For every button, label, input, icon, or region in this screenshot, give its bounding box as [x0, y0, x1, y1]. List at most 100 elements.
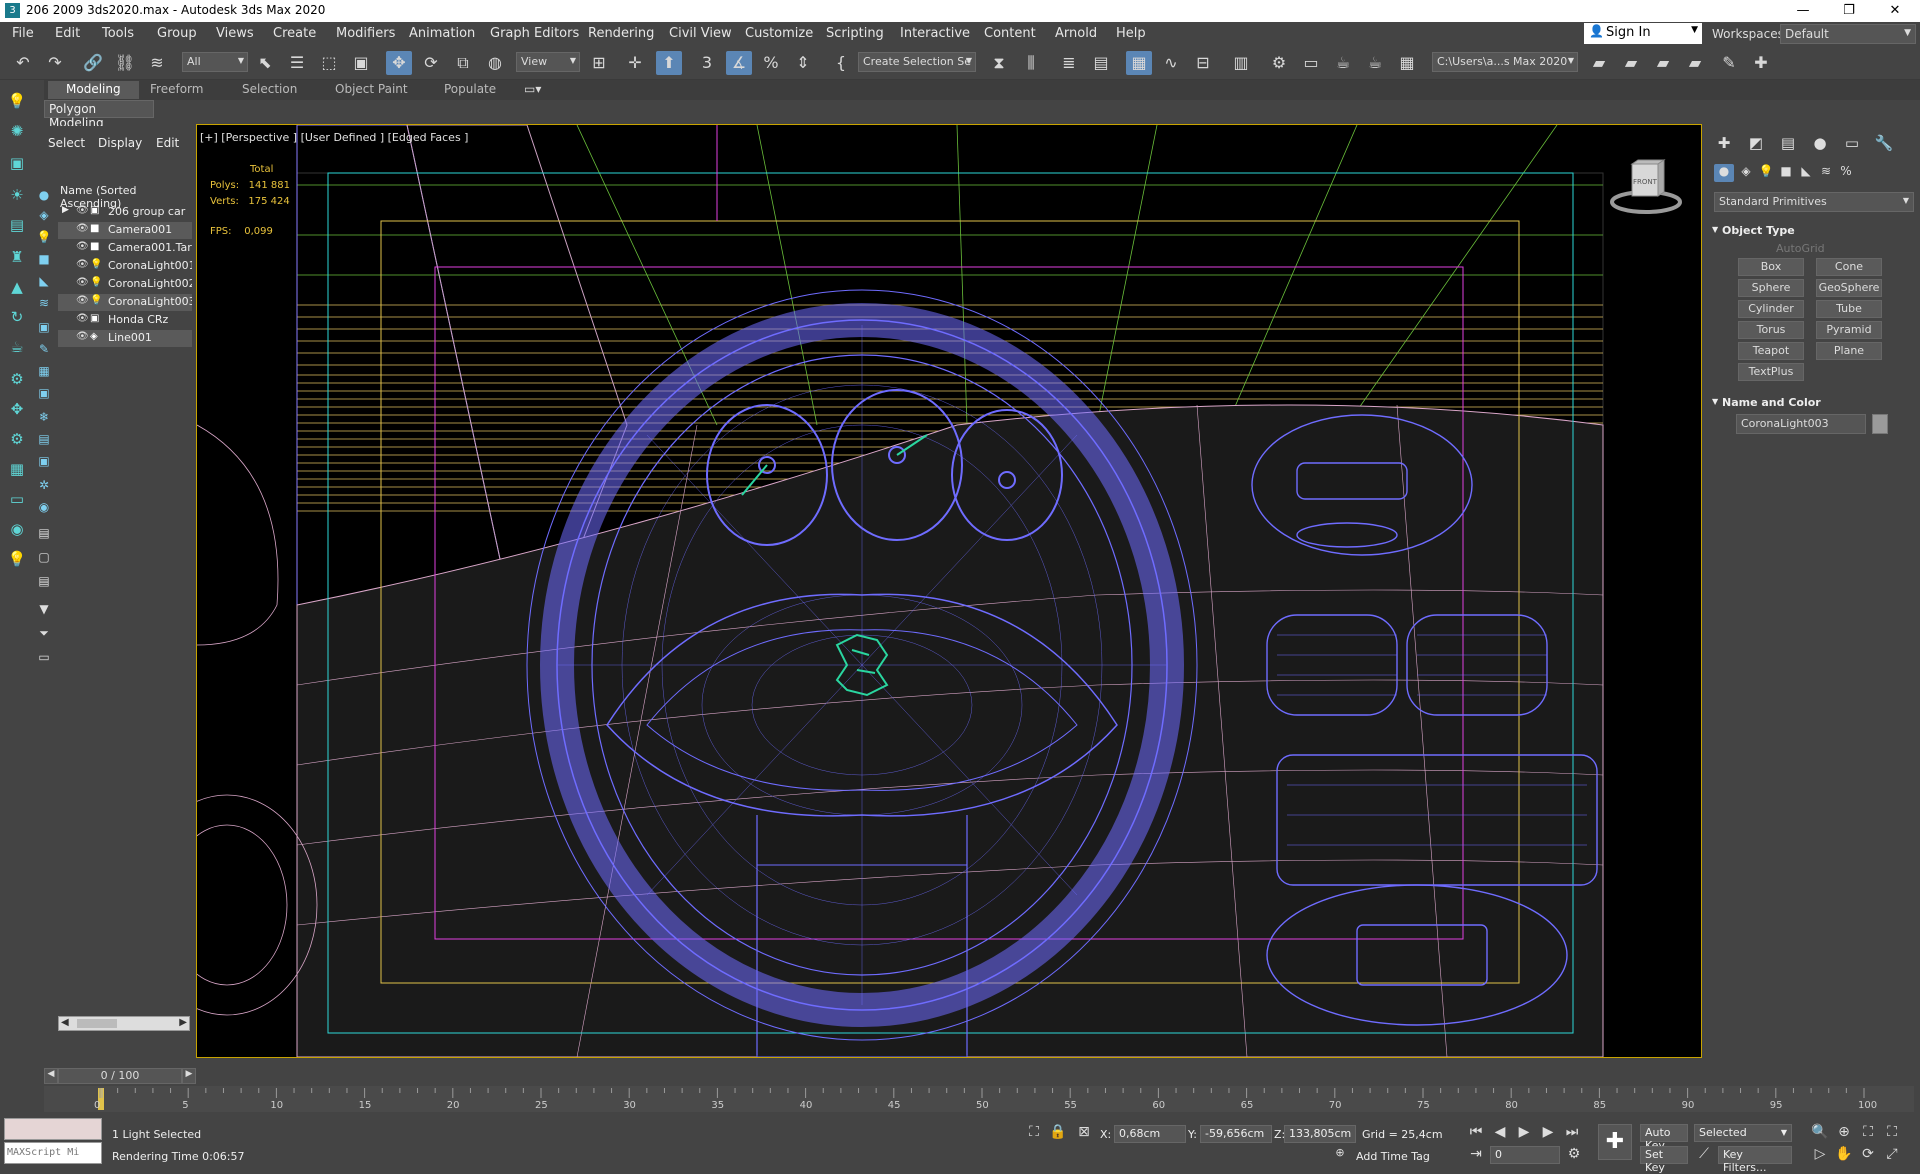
schematic-view-icon[interactable]: ⊟ [1190, 51, 1216, 75]
scene-explorer-tab-display[interactable]: Display [98, 136, 142, 150]
create-tab-icon[interactable]: ✚ [1712, 134, 1736, 154]
render-setup-icon[interactable]: ⚙ [1266, 51, 1292, 75]
scroll-left-icon[interactable]: ◀ [61, 1017, 69, 1028]
auto-key-button[interactable]: Auto Key [1640, 1124, 1688, 1152]
add-time-tag-button[interactable]: Add Time Tag [1356, 1150, 1430, 1163]
menu-edit[interactable]: Edit [55, 26, 80, 41]
list-item[interactable]: 👁 ▣ Honda CRz [58, 312, 192, 329]
utilities-tab-icon[interactable]: 🔧 [1872, 134, 1896, 154]
rect-selection-icon[interactable]: ⬚ [316, 51, 342, 75]
list-item[interactable]: ▶ 👁 ▣ 206 group car [58, 204, 192, 221]
absolute-mode-icon[interactable]: ⊠ [1074, 1124, 1094, 1144]
list-item[interactable]: 👁 💡 CoronaLight002 [58, 276, 192, 293]
eye-icon[interactable]: 👁 [76, 241, 89, 252]
sign-in-button[interactable]: 👤 Sign In ▼ [1584, 23, 1702, 44]
menu-customize[interactable]: Customize [745, 26, 813, 41]
zoom-extents-all-icon[interactable]: ⛶ [1882, 1124, 1902, 1144]
z-coordinate-field[interactable]: 133,805cm [1284, 1125, 1356, 1143]
filter-cameras-icon[interactable]: ■ [34, 252, 54, 268]
menu-interactive[interactable]: Interactive [900, 26, 970, 41]
rotate-icon[interactable]: ⟳ [418, 51, 444, 75]
filter-toggle-icon[interactable]: ⏷ [34, 626, 54, 642]
render-in-cloud-icon[interactable]: ▦ [1394, 51, 1420, 75]
key-mode-select[interactable]: Selected ▼ [1694, 1124, 1792, 1142]
time-tag-icon[interactable]: ⊕ [1330, 1146, 1350, 1166]
set-key-plus-icon[interactable]: ✚ [1598, 1124, 1632, 1160]
percent-snap-icon[interactable]: % [758, 51, 784, 75]
filter-geometry-icon[interactable]: ● [34, 188, 54, 204]
ref-coord-select[interactable]: View ▼ [516, 52, 580, 72]
eye-icon[interactable]: ◉ [6, 520, 28, 540]
unlink-icon[interactable]: ⛓ [112, 51, 138, 75]
lock-icon[interactable]: 🔒 [1048, 1124, 1068, 1144]
shapes-icon[interactable]: ◈ [1736, 164, 1756, 182]
filter-containers-icon[interactable]: ▣ [34, 386, 54, 402]
x-coordinate-field[interactable]: 0,68cm [1114, 1125, 1186, 1143]
layer-icon[interactable]: ▭ [34, 650, 54, 666]
list-item[interactable]: 👁 ◈ Line001 [58, 330, 192, 347]
menu-civil-view[interactable]: Civil View [669, 26, 732, 41]
menu-group[interactable]: Group [157, 26, 197, 41]
filter-invert-icon[interactable]: ◉ [34, 500, 54, 516]
previous-frame-icon[interactable]: ◀ [1490, 1124, 1510, 1144]
ribbon-options-icon[interactable]: ▭▾ [524, 82, 541, 96]
render-production-icon[interactable]: ☕ [1330, 51, 1356, 75]
geometry-icon[interactable]: ● [1714, 164, 1734, 182]
selection-filter-select[interactable]: All ▼ [182, 52, 248, 72]
menu-rendering[interactable]: Rendering [588, 26, 654, 41]
workspace-select[interactable]: Default ▼ [1780, 24, 1916, 44]
rotate-view-icon[interactable]: ↻ [6, 308, 28, 328]
display-icon[interactable]: ▭ [6, 490, 28, 510]
name-and-color-rollout[interactable]: ▼ Name and Color [1712, 396, 1912, 414]
default-tangents-icon[interactable]: ⟋ [1694, 1146, 1714, 1166]
select-object-icon[interactable]: ⬉ [252, 51, 278, 75]
teapot-icon[interactable]: ☕ [6, 338, 28, 358]
field-of-view-icon[interactable]: ▷ [1810, 1146, 1830, 1166]
autogrid-checkbox[interactable]: AutoGrid [1776, 242, 1825, 255]
object-type-rollout[interactable]: ▼ Object Type [1712, 224, 1912, 242]
helpers-icon[interactable]: ◣ [1796, 164, 1816, 182]
menu-modifiers[interactable]: Modifiers [336, 26, 395, 41]
teapot-button[interactable]: Teapot [1738, 342, 1804, 360]
material-list-icon[interactable]: ▤ [6, 216, 28, 236]
select-by-name-icon[interactable]: ☰ [284, 51, 310, 75]
filter-lights-icon[interactable]: 💡 [34, 230, 54, 246]
pan-icon[interactable]: ✋ [1834, 1146, 1854, 1166]
filter-groups-icon[interactable]: ▣ [34, 320, 54, 336]
filter-bones-icon[interactable]: ▦ [34, 364, 54, 380]
list-item[interactable]: 👁 💡 CoronaLight003 [58, 294, 192, 311]
tab-modeling[interactable]: Modeling [48, 81, 139, 99]
render-iterative-icon[interactable]: ☕ [1362, 51, 1388, 75]
zoom-icon[interactable]: 🔍 [1810, 1124, 1830, 1144]
character-icon[interactable]: ♜ [6, 248, 28, 268]
y-coordinate-field[interactable]: -59,656cm [1200, 1125, 1272, 1143]
eye-icon[interactable]: 👁 [76, 259, 89, 270]
keyboard-shortcut-toggle-icon[interactable]: ⬆ [656, 51, 682, 75]
display-children-icon[interactable]: ▤ [34, 526, 54, 542]
torus-button[interactable]: Torus [1738, 321, 1804, 339]
filter-spacewarps-icon[interactable]: ≋ [34, 296, 54, 312]
menu-tools[interactable]: Tools [102, 26, 134, 41]
textplus-button[interactable]: TextPlus [1738, 363, 1804, 381]
link-icon[interactable]: 🔗 [80, 51, 106, 75]
filter-funnel-icon[interactable]: ▼ [34, 602, 54, 618]
eye-icon[interactable]: 👁 [76, 331, 89, 342]
next-frame-icon[interactable]: ▶ [1538, 1124, 1558, 1144]
redo-icon[interactable]: ↷ [42, 51, 68, 75]
expand-arrow-icon[interactable]: ▶ [62, 205, 69, 215]
tab-populate[interactable]: Populate [444, 82, 496, 96]
cylinder-button[interactable]: Cylinder [1738, 300, 1804, 318]
display-tab-icon[interactable]: ▭ [1840, 134, 1864, 154]
zoom-extents-icon[interactable]: ⛶ [1858, 1124, 1878, 1144]
move-tool-icon[interactable]: ✥ [6, 400, 28, 420]
maxscript-listener-output[interactable] [4, 1118, 102, 1140]
tube-button[interactable]: Tube [1816, 300, 1882, 318]
create-project-icon[interactable]: ▰ [1650, 51, 1676, 75]
go-to-start-icon[interactable]: ⏮ [1466, 1124, 1486, 1144]
list-item[interactable]: 👁 ■ Camera001.Targ [58, 240, 192, 257]
display-influences-icon[interactable]: ▢ [34, 550, 54, 566]
menu-views[interactable]: Views [216, 26, 254, 41]
light-list-icon[interactable]: ☀ [6, 186, 28, 206]
list-item[interactable]: 👁 💡 CoronaLight001 [58, 258, 192, 275]
curve-editor-icon[interactable]: ∿ [1158, 51, 1184, 75]
